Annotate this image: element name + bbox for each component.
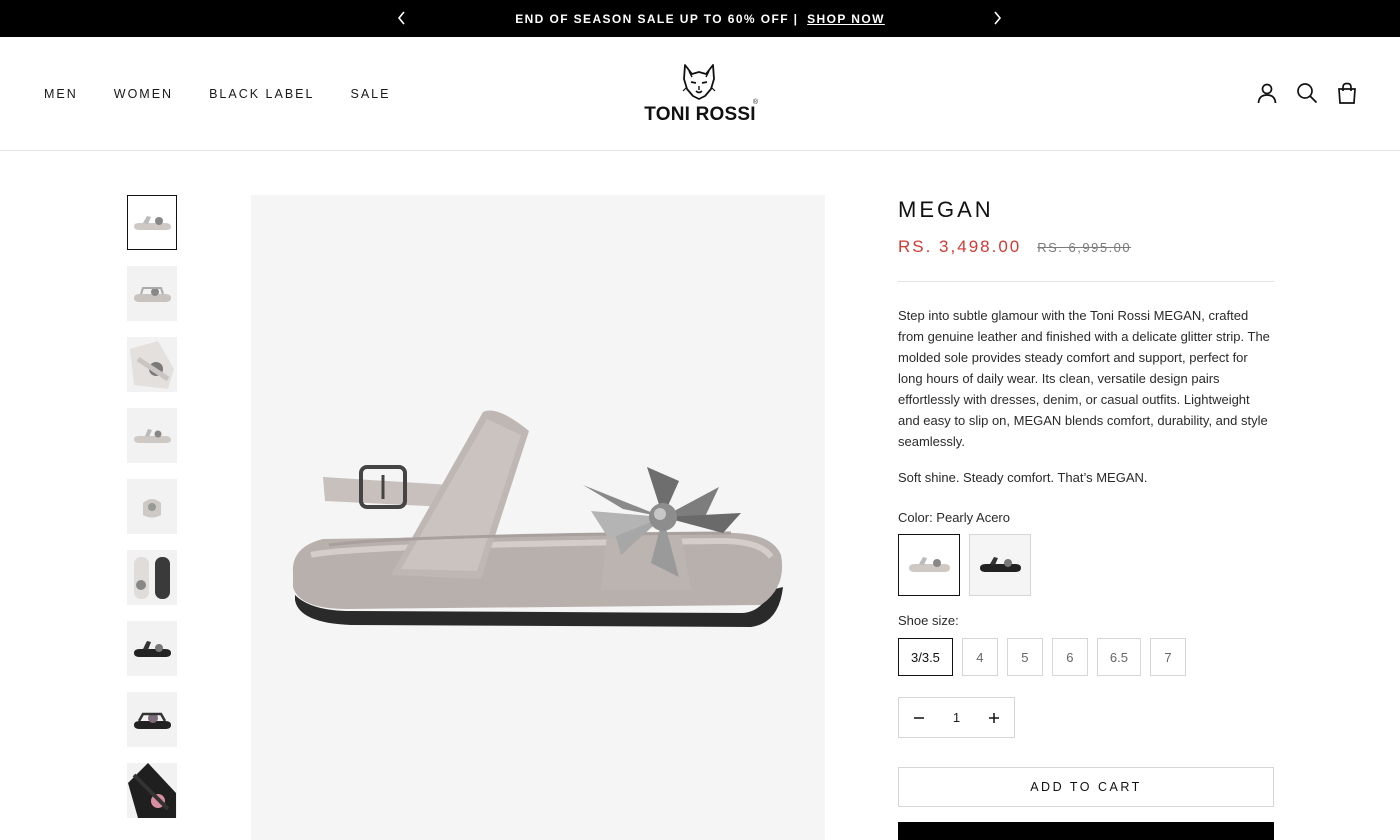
- color-label: Color: Pearly Acero: [898, 510, 1010, 525]
- size-option[interactable]: 4: [961, 638, 998, 676]
- nav-item-men[interactable]: MEN: [44, 87, 78, 101]
- chevron-right-icon[interactable]: [988, 9, 1006, 27]
- product-tagline: Soft shine. Steady comfort. That’s MEGAN…: [898, 470, 1148, 485]
- gallery-thumbnails: [127, 195, 179, 834]
- shop-now-link[interactable]: SHOP NOW: [807, 12, 885, 26]
- brand-logo[interactable]: TONI ROSSI ®: [638, 61, 762, 131]
- search-icon[interactable]: [1296, 82, 1318, 104]
- price-block: RS. 3,498.00 RS. 6,995.00: [898, 237, 1274, 257]
- announcement-bar: END OF SEASON SALE UP TO 60% OFF | SHOP …: [0, 0, 1400, 37]
- gallery-thumbnail[interactable]: [127, 408, 177, 463]
- minus-icon[interactable]: [913, 712, 925, 724]
- gallery-thumbnail[interactable]: [127, 337, 177, 392]
- color-swatch-pearly-acero[interactable]: [898, 534, 960, 596]
- brand-name: TONI ROSSI: [644, 104, 756, 125]
- color-swatches: [898, 534, 1274, 596]
- product-title: MEGAN: [898, 197, 994, 222]
- announcement-message: END OF SEASON SALE UP TO 60% OFF |: [515, 11, 799, 26]
- wolf-head-icon: [682, 64, 716, 100]
- announcement-text: END OF SEASON SALE UP TO 60% OFF | SHOP …: [515, 12, 885, 26]
- add-to-cart-button[interactable]: ADD TO CART: [898, 767, 1274, 807]
- cart-bag-icon[interactable]: [1336, 82, 1358, 104]
- buy-now-button[interactable]: [898, 822, 1274, 840]
- main-nav: MEN WOMEN BLACK LABEL SALE: [44, 87, 426, 101]
- nav-item-black-label[interactable]: BLACK LABEL: [209, 87, 314, 101]
- gallery-thumbnail[interactable]: [127, 195, 177, 250]
- header-actions: [1256, 82, 1358, 104]
- plus-icon[interactable]: [988, 712, 1000, 724]
- size-options: 3/3.5 4 5 6 6.5 7: [898, 638, 1274, 676]
- nav-item-sale[interactable]: SALE: [350, 87, 390, 101]
- size-label: Shoe size:: [898, 613, 959, 628]
- sandal-illustration: [292, 410, 783, 627]
- size-option[interactable]: 3/3.5: [898, 638, 953, 676]
- sale-price: RS. 3,498.00: [898, 237, 1022, 256]
- size-option[interactable]: 5: [1006, 638, 1043, 676]
- main-product-image[interactable]: [251, 195, 825, 840]
- size-option[interactable]: 7: [1150, 638, 1186, 676]
- original-price: RS. 6,995.00: [1037, 240, 1132, 255]
- divider: [898, 281, 1274, 282]
- size-option[interactable]: 6.5: [1096, 638, 1141, 676]
- size-option[interactable]: 6: [1051, 638, 1088, 676]
- gallery-thumbnail[interactable]: [127, 479, 177, 534]
- gallery-thumbnail[interactable]: [127, 763, 177, 818]
- gallery-thumbnail[interactable]: [127, 621, 177, 676]
- registered-mark: ®: [752, 99, 758, 106]
- gallery-thumbnail[interactable]: [127, 550, 177, 605]
- product-info: MEGAN RS. 3,498.00 RS. 6,995.00 Step int…: [898, 195, 1274, 840]
- account-icon[interactable]: [1256, 82, 1278, 104]
- site-header: MEN WOMEN BLACK LABEL SALE TONI ROSSI ®: [0, 37, 1400, 151]
- chevron-left-icon[interactable]: [393, 9, 411, 27]
- product-description: Step into subtle glamour with the Toni R…: [898, 308, 1270, 449]
- nav-item-women[interactable]: WOMEN: [114, 87, 173, 101]
- quantity-stepper: 1: [898, 697, 1015, 738]
- color-swatch-black[interactable]: [969, 534, 1031, 596]
- gallery-thumbnail[interactable]: [127, 692, 177, 747]
- gallery-thumbnail[interactable]: [127, 266, 177, 321]
- quantity-value[interactable]: 1: [953, 710, 960, 725]
